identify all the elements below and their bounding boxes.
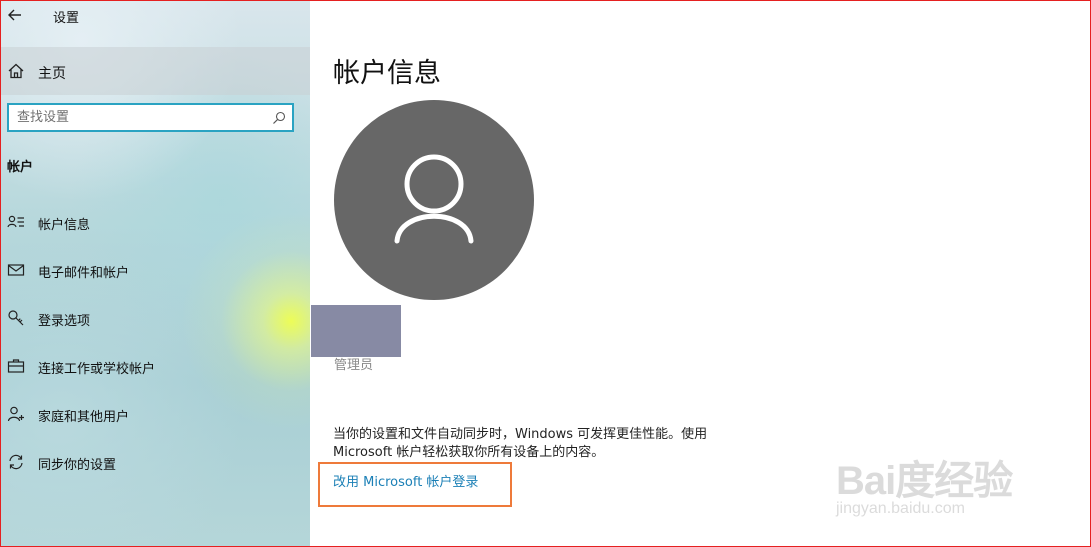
- section-heading: 帐户: [7, 160, 34, 175]
- app-title: 设置: [53, 11, 80, 26]
- sidebar-item-label: 电子邮件和帐户: [38, 266, 130, 281]
- account-info-icon: [7, 213, 25, 231]
- sidebar-item-label: 家庭和其他用户: [38, 410, 130, 425]
- watermark-brand: Bai度经验: [836, 459, 1013, 503]
- sidebar-item-account-info[interactable]: 帐户信息: [1, 203, 310, 243]
- sidebar-item-label: 连接工作或学校帐户: [38, 362, 156, 377]
- sidebar-item-work-school[interactable]: 连接工作或学校帐户: [1, 347, 310, 387]
- sidebar-item-label: 主页: [38, 66, 66, 82]
- user-avatar: [334, 100, 534, 300]
- sync-icon: [7, 453, 25, 471]
- sidebar-item-home[interactable]: 主页: [1, 47, 310, 95]
- key-icon: [7, 309, 25, 327]
- home-icon: [7, 62, 25, 80]
- settings-sidebar: 设置 主页 帐户 帐户信息 电子邮件和帐户 登录选项 连: [1, 1, 310, 546]
- sidebar-item-family[interactable]: 家庭和其他用户: [1, 395, 310, 435]
- sidebar-item-label: 登录选项: [38, 314, 91, 329]
- briefcase-icon: [7, 357, 25, 375]
- page-title: 帐户信息: [333, 58, 441, 89]
- sidebar-item-sign-in-options[interactable]: 登录选项: [1, 299, 310, 339]
- redacted-username: [311, 305, 401, 357]
- sync-description: 当你的设置和文件自动同步时，Windows 可发挥更佳性能。使用 Microso…: [333, 427, 708, 460]
- search-box[interactable]: [7, 103, 294, 132]
- watermark-url: jingyan.baidu.com: [836, 500, 965, 517]
- sidebar-item-email[interactable]: 电子邮件和帐户: [1, 251, 310, 291]
- back-arrow-icon[interactable]: [7, 5, 25, 25]
- account-role: 管理员: [334, 358, 374, 373]
- search-icon[interactable]: [272, 110, 286, 124]
- email-icon: [7, 261, 25, 279]
- user-avatar-icon: [394, 154, 474, 244]
- switch-to-microsoft-account-link[interactable]: 改用 Microsoft 帐户登录: [333, 471, 478, 490]
- sidebar-item-label: 帐户信息: [38, 218, 91, 233]
- person-add-icon: [7, 405, 25, 423]
- baidu-watermark: Bai度经验 jingyan.baidu.com: [836, 430, 1036, 530]
- sidebar-item-sync[interactable]: 同步你的设置: [1, 443, 310, 483]
- search-input[interactable]: [17, 108, 262, 127]
- sidebar-item-label: 同步你的设置: [38, 458, 117, 473]
- titlebar: 设置: [1, 1, 310, 31]
